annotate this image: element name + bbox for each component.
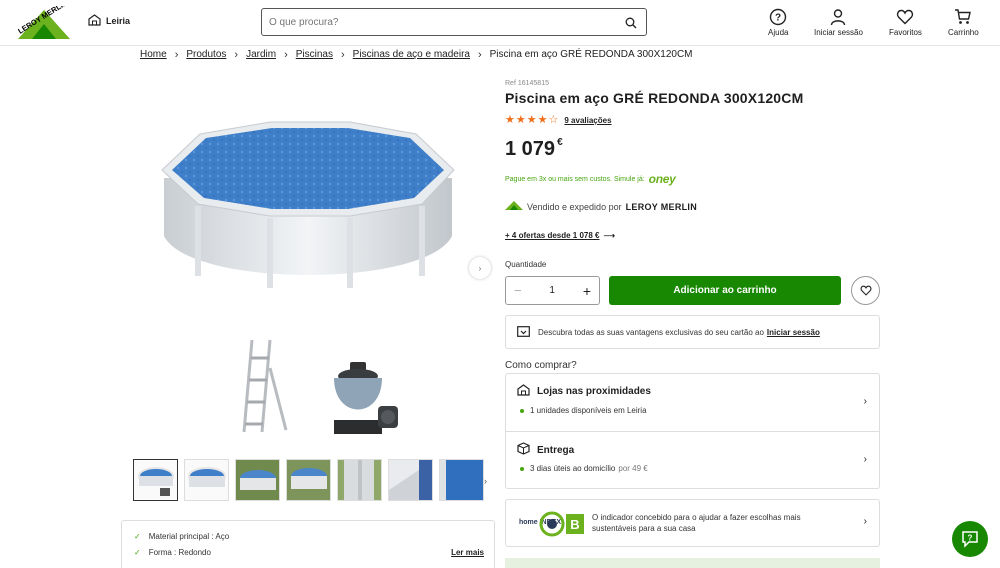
star-filled-icon: ★ xyxy=(505,114,515,126)
other-offers-link[interactable]: + 4 ofertas desde 1 078 € ⟶ xyxy=(505,231,615,240)
thumbnail-strip xyxy=(133,459,484,501)
store-icon xyxy=(88,14,101,28)
search-icon[interactable] xyxy=(625,16,637,34)
product-main-image[interactable] xyxy=(160,118,456,300)
add-to-cart-button[interactable]: Adicionar ao carrinho xyxy=(609,276,841,305)
add-to-favorites-button[interactable] xyxy=(851,276,880,305)
quantity-stepper: − 1 + xyxy=(505,276,600,305)
site-header: LEROY MERLIN Leiria ? Ajuda Iniciar sess… xyxy=(0,0,1000,46)
availability-dot xyxy=(520,408,524,413)
login-label: Iniciar sessão xyxy=(814,28,863,37)
thumbnail[interactable] xyxy=(439,459,484,501)
card-login-link[interactable]: Iniciar sessão xyxy=(767,328,820,337)
thumbnail[interactable] xyxy=(184,459,229,501)
search-bar[interactable] xyxy=(261,8,647,36)
home-index-text: O indicador concebido para o ajudar a fa… xyxy=(592,513,801,533)
breadcrumb-home[interactable]: Home xyxy=(140,49,167,60)
quantity-label: Quantidade xyxy=(505,260,547,269)
svg-text:B: B xyxy=(570,517,579,532)
chevron-right-icon: › xyxy=(477,48,482,61)
store-selector[interactable]: Leiria xyxy=(88,14,130,28)
quantity-increase-button[interactable]: + xyxy=(583,283,591,299)
star-empty-icon: ☆ xyxy=(548,114,559,126)
feature-item: ✓ Material principal : Aço xyxy=(134,532,230,541)
how-to-buy-heading: Como comprar? xyxy=(505,360,577,371)
arrow-right-icon: ⟶ xyxy=(603,231,615,240)
check-icon: ✓ xyxy=(134,532,141,541)
svg-text:?: ? xyxy=(775,13,781,24)
home-delivery-option[interactable]: Entrega 3 dias úteis ao domicílio por 49… xyxy=(506,431,879,488)
oney-financing[interactable]: Pague em 3x ou mais sem custos. Simule j… xyxy=(505,172,676,186)
chevron-right-icon: › xyxy=(234,48,239,61)
heart-icon xyxy=(860,285,871,296)
help-icon: ? xyxy=(770,8,787,26)
chevron-right-icon: › xyxy=(284,48,288,61)
package-icon xyxy=(517,442,530,458)
chevron-right-icon: › xyxy=(174,48,179,61)
availability-dot xyxy=(520,466,524,471)
leroy-merlin-logo[interactable]: LEROY MERLIN xyxy=(16,0,70,39)
thumbnail[interactable] xyxy=(337,459,382,501)
help-link[interactable]: ? Ajuda xyxy=(768,8,788,37)
card-icon xyxy=(517,325,530,339)
star-filled-icon: ★ xyxy=(526,114,537,126)
loyalty-card-banner: Descubra todas as suas vantagens exclusi… xyxy=(505,315,880,349)
star-filled-icon: ★ xyxy=(537,114,548,126)
product-price: 1 079 € xyxy=(505,137,563,160)
cart-link[interactable]: Carrinho xyxy=(948,8,979,37)
login-link[interactable]: Iniciar sessão xyxy=(814,8,863,37)
store-name: Leiria xyxy=(106,16,131,26)
promo-strip xyxy=(505,558,880,568)
thumbnail[interactable] xyxy=(388,459,433,501)
thumbnail[interactable] xyxy=(133,459,178,501)
favorites-label: Favoritos xyxy=(889,28,922,37)
favorites-link[interactable]: Favoritos xyxy=(889,8,922,37)
sold-by: Vendido e expedido por LEROY MERLIN xyxy=(505,200,697,213)
chevron-right-icon: › xyxy=(341,48,345,61)
breadcrumb-piscinas[interactable]: Piscinas xyxy=(296,49,333,60)
help-label: Ajuda xyxy=(768,28,789,37)
star-filled-icon: ★ xyxy=(515,114,526,126)
delivery-truck-icon xyxy=(505,200,523,213)
cart-icon xyxy=(955,9,972,24)
product-title: Piscina em aço GRÉ REDONDA 300X120CM xyxy=(505,90,804,106)
heart-icon xyxy=(897,9,914,25)
oney-logo: oney xyxy=(648,172,676,186)
store-icon xyxy=(517,384,530,399)
feature-item: ✓ Forma : Redondo xyxy=(134,548,211,557)
chevron-right-icon: › xyxy=(863,516,867,527)
thumbnail[interactable] xyxy=(235,459,280,501)
product-ref: Ref 16145815 xyxy=(505,80,549,87)
purchase-options: Lojas nas proximidades 1 unidades dispon… xyxy=(505,373,880,489)
read-more-link[interactable]: Ler mais xyxy=(451,548,484,557)
breadcrumb-produtos[interactable]: Produtos xyxy=(186,49,226,60)
breadcrumb-jardim[interactable]: Jardim xyxy=(246,49,276,60)
breadcrumb-current: Piscina em aço GRÉ REDONDA 300X120CM xyxy=(489,49,693,60)
sand-filter-image[interactable] xyxy=(326,360,402,438)
breadcrumb-piscinas-aco-madeira[interactable]: Piscinas de aço e madeira xyxy=(353,49,470,60)
search-input[interactable] xyxy=(269,15,609,30)
user-icon xyxy=(831,9,846,26)
svg-text:?: ? xyxy=(968,534,973,543)
gallery-next-button[interactable]: › xyxy=(469,257,491,279)
chevron-right-icon: › xyxy=(863,396,867,407)
breadcrumb: Home › Produtos › Jardim › Piscinas › Pi… xyxy=(140,48,693,61)
chevron-right-icon: › xyxy=(863,454,867,465)
home-index-logo: home INDEX B xyxy=(518,510,586,538)
chat-button[interactable]: ? xyxy=(952,521,988,557)
features-box: ✓ Material principal : Aço ✓ Forma : Red… xyxy=(121,520,495,568)
cart-label: Carrinho xyxy=(948,28,979,37)
quantity-value[interactable]: 1 xyxy=(549,285,555,296)
thumbnail[interactable] xyxy=(286,459,331,501)
reviews-link[interactable]: 9 avaliações xyxy=(564,116,611,125)
check-icon: ✓ xyxy=(134,548,141,557)
chevron-right-icon: › xyxy=(478,263,482,273)
product-rating[interactable]: ★ ★ ★ ★ ☆ 9 avaliações xyxy=(505,115,612,126)
quantity-decrease-button[interactable]: − xyxy=(514,283,522,298)
home-index-banner[interactable]: home INDEX B O indicador concebido para … xyxy=(505,499,880,547)
thumbnails-next-button[interactable]: › xyxy=(484,476,487,486)
chat-icon: ? xyxy=(962,531,978,548)
ladder-image[interactable] xyxy=(240,338,290,434)
nearby-stores-option[interactable]: Lojas nas proximidades 1 unidades dispon… xyxy=(506,374,879,431)
